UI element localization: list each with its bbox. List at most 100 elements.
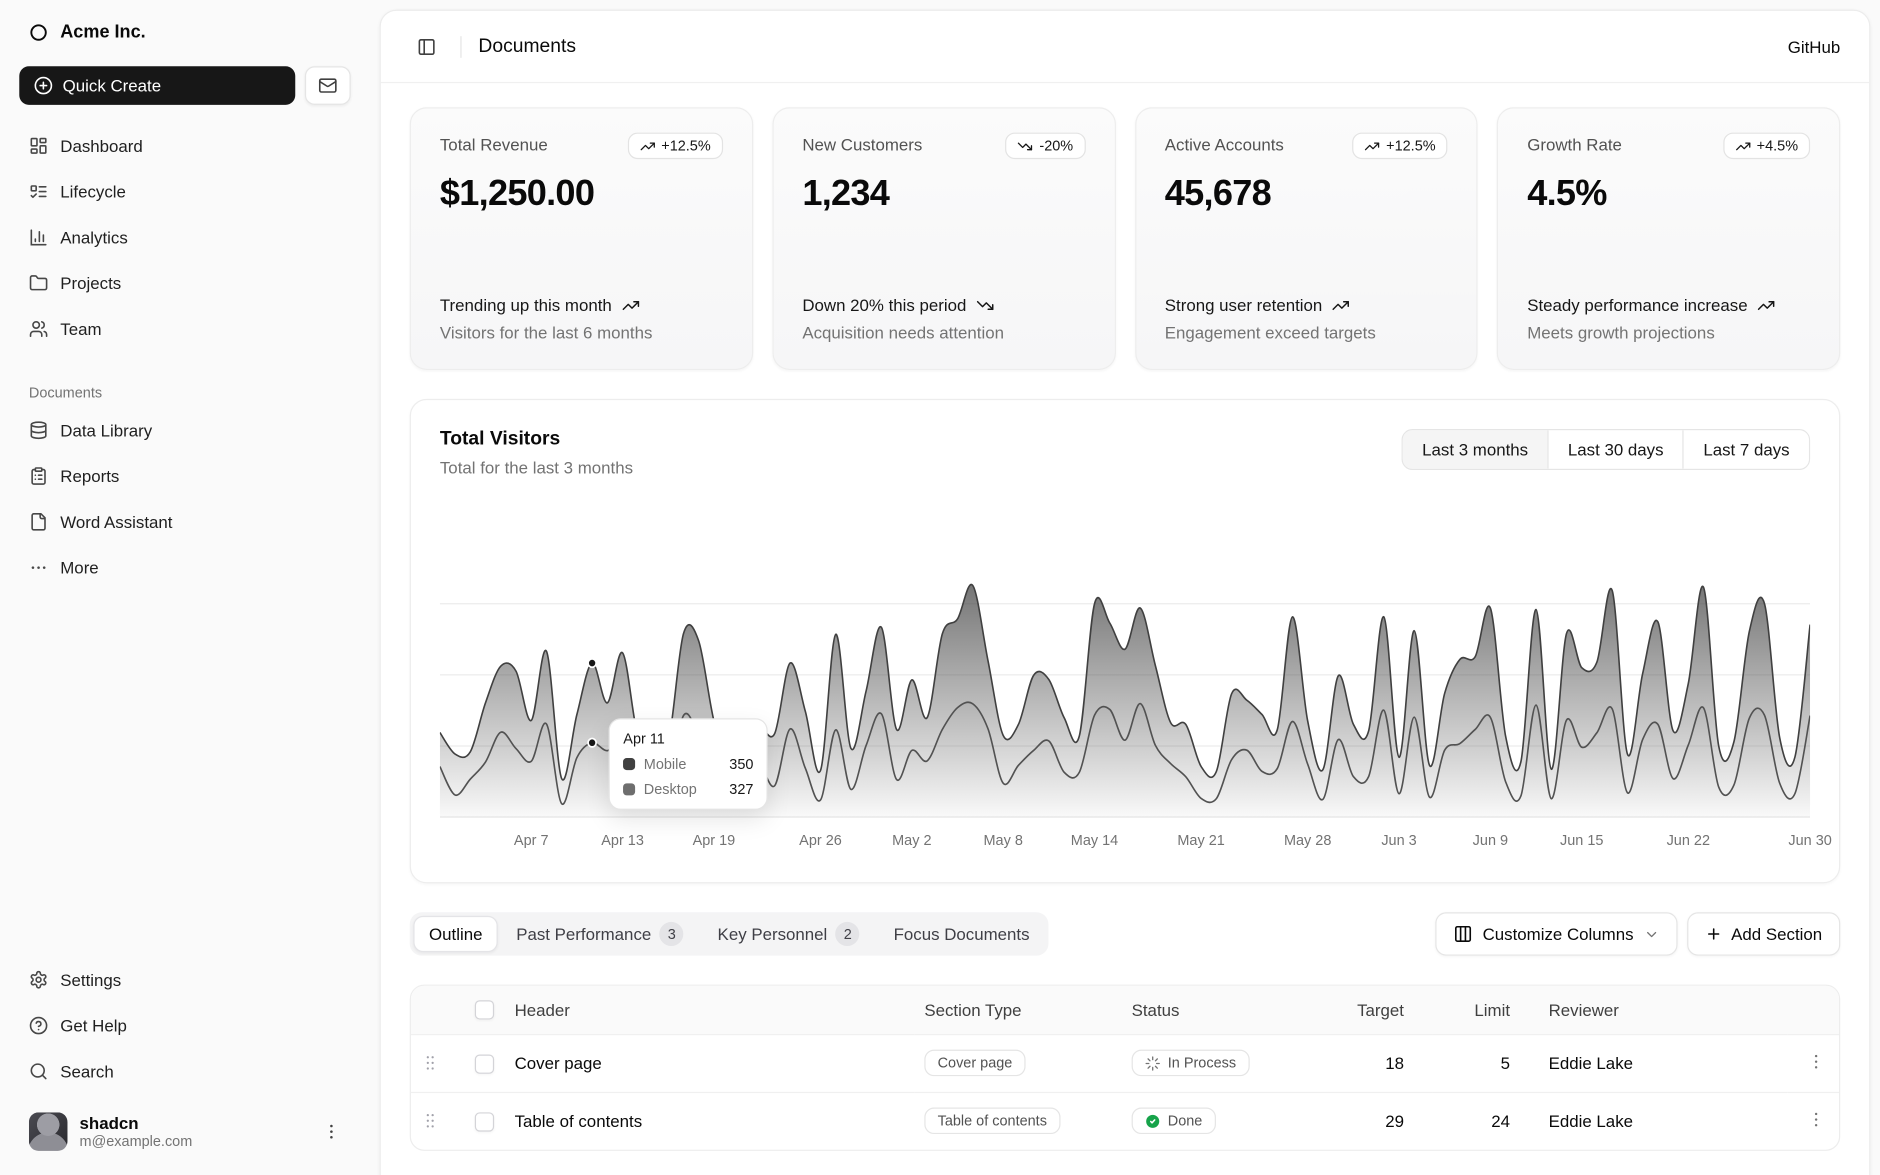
stat-value: 4.5% [1527, 174, 1810, 215]
tab-key-personnel[interactable]: Key Personnel 2 [702, 916, 876, 952]
brand[interactable]: Acme Inc. [19, 14, 350, 49]
stat-card-new-customers: New Customers -20% 1,234 Down 20% this p… [772, 107, 1115, 370]
header-divider [460, 36, 461, 58]
limit-cell[interactable]: 5 [1433, 1034, 1539, 1092]
loader-icon [1145, 1055, 1161, 1071]
status-badge: Done [1132, 1108, 1216, 1135]
user-email: m@example.com [80, 1133, 193, 1150]
stat-card-total-revenue: Total Revenue +12.5% $1,250.00 Trending … [410, 107, 753, 370]
grip-vertical-icon[interactable] [421, 1111, 440, 1130]
trend-badge: -20% [1006, 133, 1086, 160]
stat-footer-sub: Acquisition needs attention [802, 322, 1085, 345]
ellipsis-vertical-icon[interactable] [322, 1122, 341, 1141]
row-menu-button[interactable] [1806, 1110, 1825, 1129]
stat-footer-sub: Engagement exceed targets [1165, 322, 1448, 345]
row-header-cell[interactable]: Cover page [505, 1034, 915, 1092]
footer-nav: Settings Get Help Search [19, 960, 350, 1090]
sidebar-item-search[interactable]: Search [19, 1052, 350, 1091]
target-cell[interactable]: 29 [1336, 1092, 1432, 1150]
stat-footer-title: Steady performance increase [1527, 293, 1747, 317]
tooltip-series: Desktop [644, 781, 697, 798]
add-section-button[interactable]: Add Section [1687, 912, 1841, 955]
trending-up-icon [1735, 138, 1751, 154]
tooltip-date: Apr 11 [623, 730, 753, 747]
column-header: Target [1336, 986, 1432, 1034]
sections-table: Header Section Type Status Target Limit … [411, 986, 1840, 1150]
badge-value: -20% [1039, 137, 1073, 154]
nav-label: Search [60, 1062, 113, 1081]
plus-icon [1705, 926, 1722, 943]
chart-title: Total Visitors [440, 429, 633, 451]
report-icon [29, 466, 48, 485]
x-tick: Apr 19 [693, 832, 736, 849]
column-header: Status [1122, 986, 1337, 1034]
columns-icon [1454, 924, 1473, 943]
row-checkbox[interactable] [475, 1112, 494, 1131]
column-header: Header [505, 986, 915, 1034]
stat-footer-title: Strong user retention [1165, 293, 1323, 317]
range-last-3-months[interactable]: Last 3 months [1403, 430, 1548, 469]
select-all-checkbox[interactable] [475, 1001, 494, 1020]
reviewer-cell[interactable]: Eddie Lake [1539, 1092, 1787, 1150]
documents-nav: Data Library Reports Word Assistant More [19, 411, 350, 587]
sidebar-item-dashboard[interactable]: Dashboard [19, 127, 350, 166]
tab-count-badge: 2 [836, 922, 860, 946]
stat-footer-sub: Visitors for the last 6 months [440, 322, 723, 345]
chart-tooltip: Apr 11 Mobile 350 Desktop 327 [609, 718, 768, 810]
tabs-row: Outline Past Performance3 Key Personnel 2… [410, 912, 1840, 955]
trend-badge: +12.5% [628, 133, 723, 160]
nav-label: Dashboard [60, 136, 143, 155]
mail-icon [318, 76, 337, 95]
range-last-7-days[interactable]: Last 7 days [1683, 430, 1809, 469]
sidebar-item-data-library[interactable]: Data Library [19, 411, 350, 450]
stat-title: Total Revenue [440, 133, 548, 155]
github-link[interactable]: GitHub [1788, 37, 1841, 56]
grip-vertical-icon[interactable] [421, 1053, 440, 1072]
mobile-swatch-icon [623, 758, 635, 770]
lifecycle-icon [29, 182, 48, 201]
inbox-button[interactable] [305, 66, 351, 105]
quick-create-button[interactable]: Quick Create [19, 66, 295, 105]
chart-area[interactable]: Apr 11 Mobile 350 Desktop 327 [440, 516, 1810, 820]
stat-value: 1,234 [802, 174, 1085, 215]
tab-label: Key Personnel [718, 924, 828, 943]
sidebar-toggle-button[interactable] [410, 30, 444, 64]
status-badge: In Process [1132, 1050, 1250, 1077]
nav-label: More [60, 558, 98, 577]
brand-name: Acme Inc. [60, 22, 145, 42]
row-menu-button[interactable] [1806, 1051, 1825, 1070]
x-tick: Jun 30 [1788, 832, 1831, 849]
stat-footer-sub: Meets growth projections [1527, 322, 1810, 345]
range-toggle-group: Last 3 months Last 30 days Last 7 days [1402, 429, 1810, 470]
tab-past-performance[interactable]: Past Performance3 [501, 916, 700, 952]
range-last-30-days[interactable]: Last 30 days [1547, 430, 1682, 469]
reviewer-cell[interactable]: Eddie Lake [1539, 1034, 1787, 1092]
tooltip-value: 327 [712, 781, 753, 798]
sidebar-item-more[interactable]: More [19, 548, 350, 587]
analytics-icon [29, 228, 48, 247]
tab-count-badge: 3 [660, 922, 684, 946]
sidebar-item-reports[interactable]: Reports [19, 457, 350, 496]
table-row: Table of contents Table of contents Done… [411, 1092, 1840, 1150]
sidebar-item-lifecycle[interactable]: Lifecycle [19, 172, 350, 211]
sidebar-item-team[interactable]: Team [19, 310, 350, 349]
trending-down-icon [976, 296, 994, 314]
row-header-cell[interactable]: Table of contents [505, 1092, 915, 1150]
trending-up-icon [1332, 296, 1350, 314]
logo-icon [29, 22, 48, 41]
customize-columns-button[interactable]: Customize Columns [1436, 912, 1677, 955]
sidebar-item-settings[interactable]: Settings [19, 960, 350, 999]
sidebar-item-projects[interactable]: Projects [19, 264, 350, 303]
tab-outline[interactable]: Outline [413, 916, 498, 952]
limit-cell[interactable]: 24 [1433, 1092, 1539, 1150]
row-checkbox[interactable] [475, 1054, 494, 1073]
tab-focus-documents[interactable]: Focus Documents [878, 916, 1045, 952]
avatar [29, 1112, 68, 1151]
dashboard-icon [29, 136, 48, 155]
user-menu[interactable]: shadcn m@example.com [19, 1103, 350, 1161]
target-cell[interactable]: 18 [1336, 1034, 1432, 1092]
sidebar-item-get-help[interactable]: Get Help [19, 1006, 350, 1045]
badge-value: +4.5% [1757, 137, 1798, 154]
sidebar-item-word-assistant[interactable]: Word Assistant [19, 503, 350, 542]
sidebar-item-analytics[interactable]: Analytics [19, 218, 350, 257]
